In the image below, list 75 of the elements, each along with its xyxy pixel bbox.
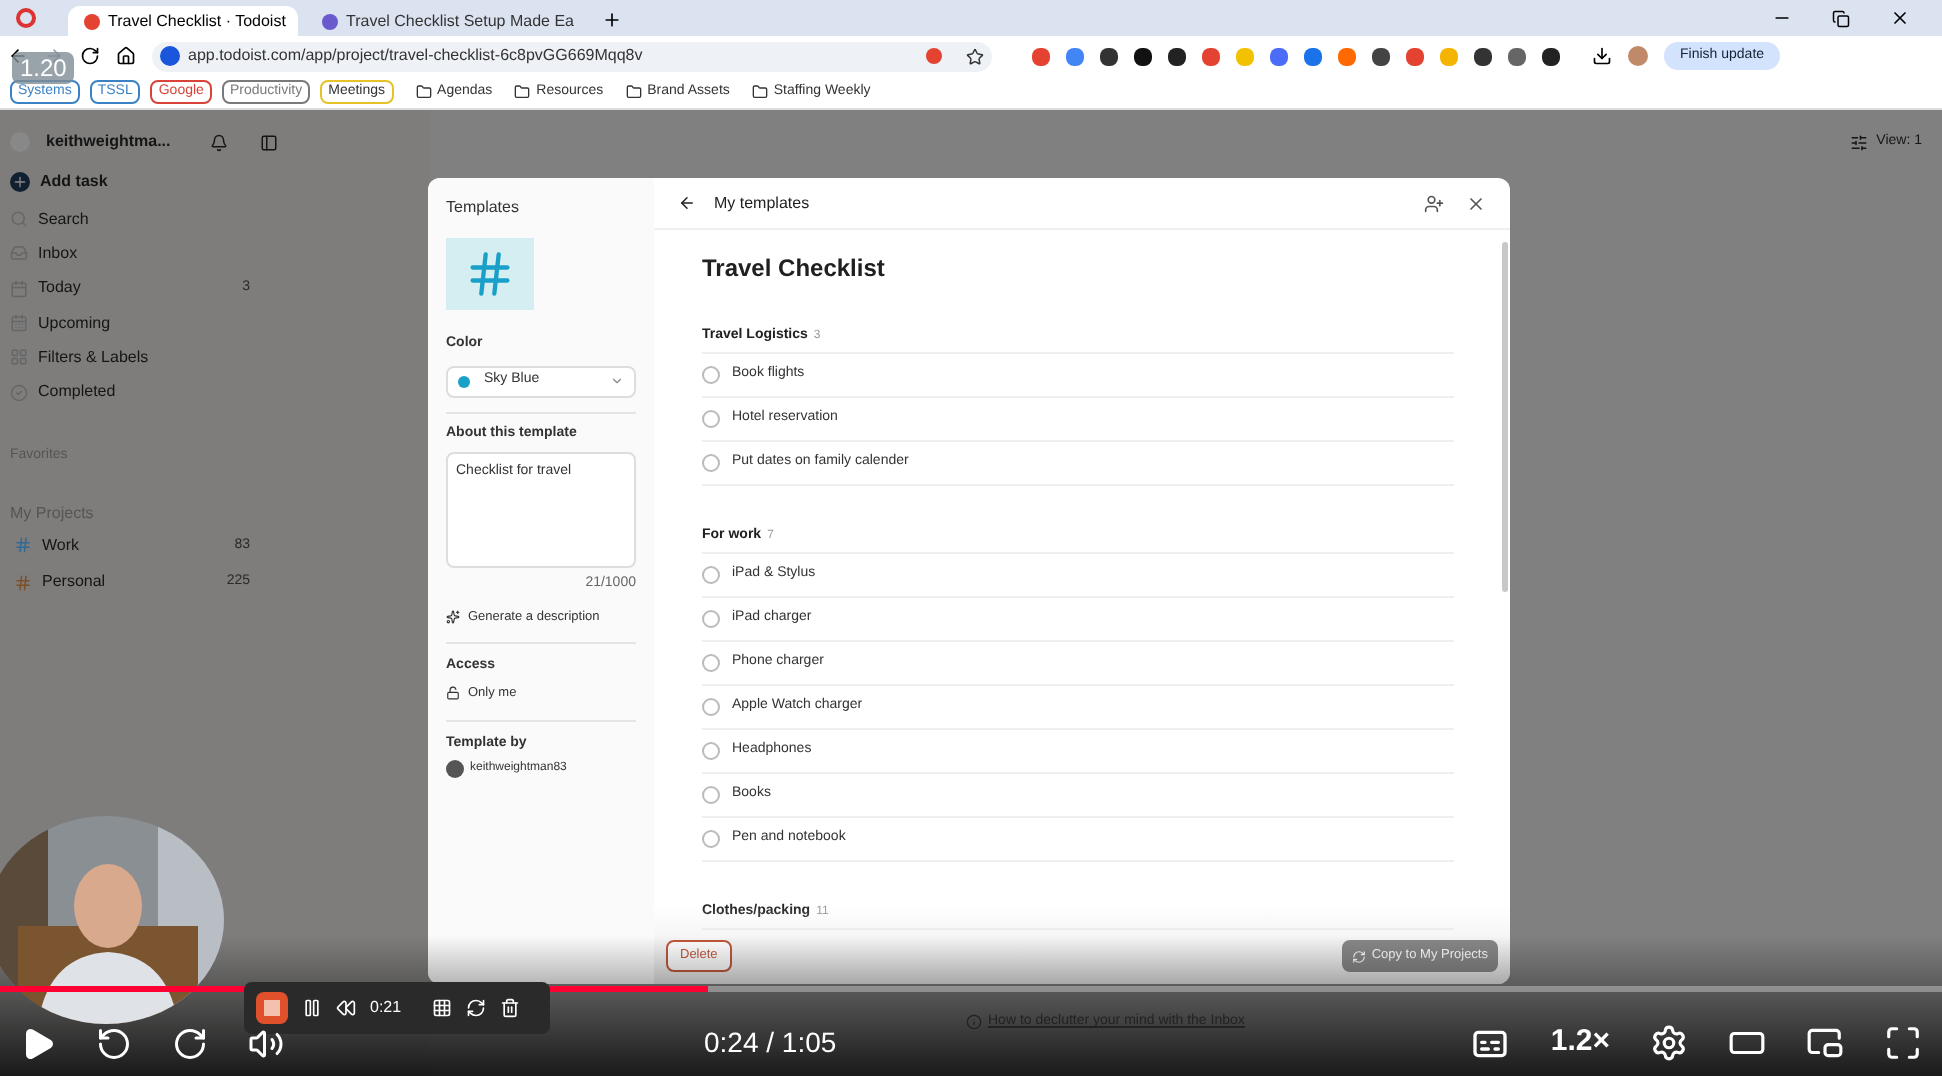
miniplayer-icon[interactable] <box>1806 1024 1844 1062</box>
calendar-grid-icon <box>10 314 28 333</box>
browser-tab[interactable]: Travel Checklist · Todoist <box>68 6 298 36</box>
user-name[interactable]: keithweightma... <box>46 130 171 154</box>
trash-icon[interactable] <box>499 998 520 1018</box>
sidebar-toggle-icon[interactable] <box>260 133 279 151</box>
panel-title: Templates <box>446 196 521 220</box>
loading-icon <box>1351 949 1366 963</box>
task-checkbox[interactable] <box>702 698 720 716</box>
close-icon[interactable] <box>1466 193 1486 213</box>
bookmark-star-icon[interactable] <box>966 47 984 65</box>
sparkle-icon <box>446 609 460 624</box>
search-icon <box>10 210 28 229</box>
tab-favicon-icon <box>322 13 338 29</box>
speed-indicator-toast: 1.20 <box>12 52 75 84</box>
volume-icon[interactable] <box>248 1025 284 1061</box>
rewind-icon[interactable] <box>336 998 356 1018</box>
bell-icon[interactable] <box>210 133 229 151</box>
record-icon <box>16 8 36 28</box>
grid-icon <box>10 348 28 367</box>
stop-button[interactable] <box>256 992 288 1024</box>
grid-icon[interactable] <box>431 998 452 1018</box>
folder-icon <box>751 84 768 100</box>
sidebar-item[interactable]: Completed <box>10 374 420 410</box>
folder-icon <box>514 84 531 100</box>
browser-tab[interactable]: Travel Checklist Setup Made Ea <box>306 6 586 36</box>
playback-speed[interactable]: 1.2× <box>1550 1020 1610 1066</box>
sliders-icon <box>1850 133 1869 151</box>
restore-icon[interactable] <box>1832 10 1850 28</box>
skip-forward-icon[interactable] <box>172 1025 208 1061</box>
avatar-icon[interactable] <box>1628 46 1648 66</box>
address-field[interactable]: app.todoist.com/app/project/travel-checklist-6c8pvGG669Mqq8v <box>152 41 992 71</box>
task-checkbox[interactable] <box>702 654 720 672</box>
unlock-icon <box>446 686 460 701</box>
home-icon[interactable] <box>116 46 136 66</box>
template-title: Travel Checklist <box>702 252 887 286</box>
chevron-down-icon <box>610 374 624 388</box>
scrollbar[interactable] <box>1502 242 1508 592</box>
reload-icon[interactable] <box>80 46 100 66</box>
breadcrumb-link[interactable]: My templates <box>714 191 810 215</box>
author-avatar-icon <box>446 760 464 778</box>
check-circle-icon <box>10 383 28 402</box>
add-person-icon[interactable] <box>1424 193 1444 213</box>
folder-icon <box>415 84 432 100</box>
sidebar-item[interactable]: Search <box>10 202 420 237</box>
folder-icon <box>625 84 642 100</box>
play-icon[interactable] <box>20 1025 56 1061</box>
info-icon <box>966 1014 982 1031</box>
new-tab-icon[interactable] <box>602 10 622 30</box>
inbox-icon <box>10 244 28 263</box>
back-icon[interactable] <box>678 194 696 212</box>
close-icon[interactable] <box>1890 8 1910 28</box>
task-checkbox[interactable] <box>702 742 720 760</box>
tab-favicon-icon <box>84 13 100 29</box>
calendar-icon <box>10 279 28 298</box>
site-info-icon[interactable] <box>160 46 180 66</box>
pause-icon[interactable] <box>302 998 322 1018</box>
add-task-button[interactable]: Add task <box>10 162 420 202</box>
sidebar-item[interactable]: Upcoming <box>10 305 420 341</box>
skip-back-icon[interactable] <box>96 1025 132 1061</box>
task-checkbox[interactable] <box>702 410 720 428</box>
settings-icon[interactable] <box>1650 1024 1688 1062</box>
task-checkbox[interactable] <box>702 830 720 848</box>
sidebar-item[interactable]: Filters & Labels <box>10 340 420 375</box>
download-icon[interactable] <box>1592 46 1612 66</box>
sidebar-item[interactable]: Inbox <box>10 236 420 272</box>
task-checkbox[interactable] <box>702 786 720 804</box>
fullscreen-icon[interactable] <box>1884 1024 1922 1062</box>
task-checkbox[interactable] <box>702 366 720 384</box>
recording-time: 0:21 <box>370 996 402 1020</box>
refresh-icon[interactable] <box>465 998 486 1018</box>
task-checkbox[interactable] <box>702 610 720 628</box>
task-checkbox[interactable] <box>702 454 720 472</box>
video-time: 0:24 / 1:05 <box>704 1024 837 1062</box>
task-checkbox[interactable] <box>702 566 720 584</box>
